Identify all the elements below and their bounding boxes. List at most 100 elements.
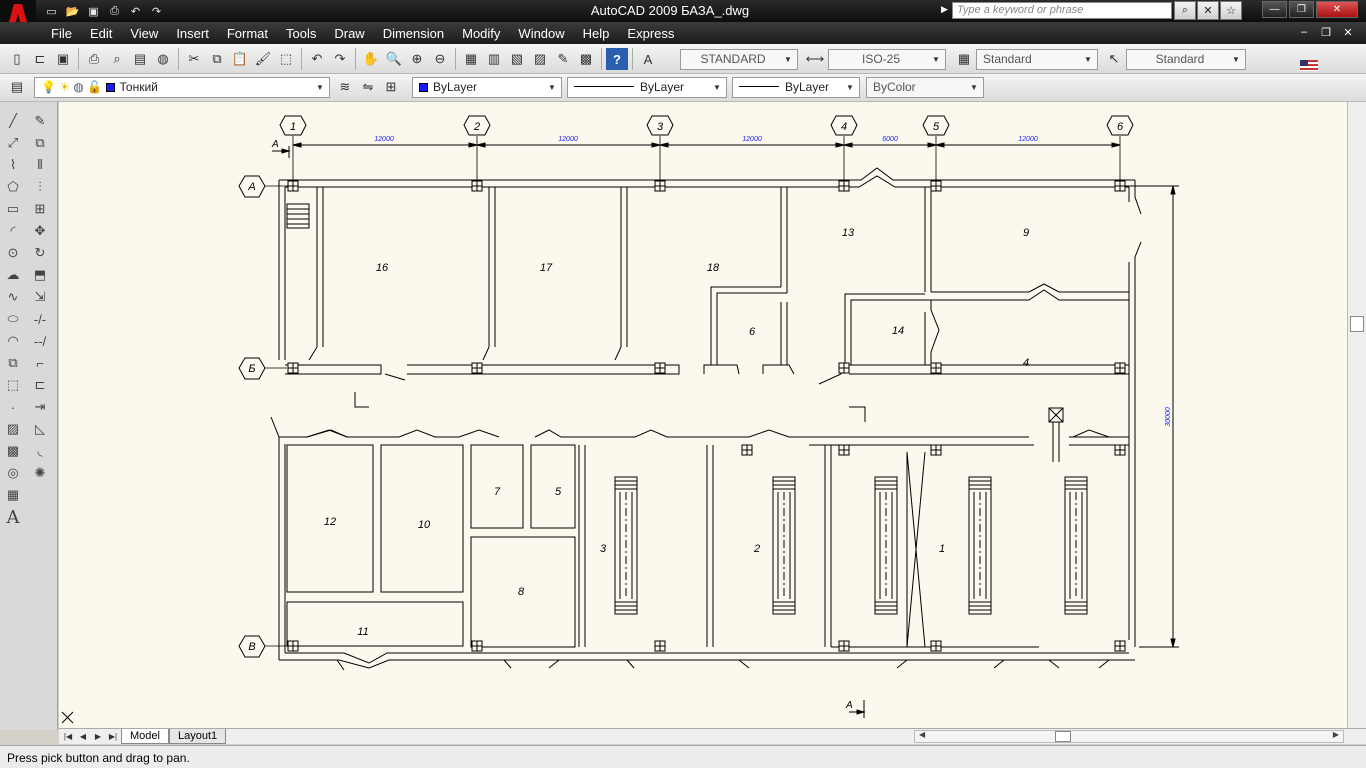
menu-view[interactable]: View (121, 26, 167, 41)
minimize-window-button[interactable]: — (1262, 1, 1287, 18)
cut-icon[interactable]: ✂ (183, 48, 205, 70)
spline-icon[interactable]: ∿ (2, 286, 24, 308)
undo-icon[interactable]: ↶ (306, 48, 328, 70)
layer-previous-icon[interactable]: ⇋ (357, 76, 379, 98)
zoom-previous-icon[interactable]: ⊖ (429, 48, 451, 70)
chamfer-icon[interactable]: ◺ (29, 418, 51, 440)
drawing-canvas[interactable]: 12000 12000 12000 6000 12000 30000 1 2 3… (59, 102, 1347, 728)
communication-center-icon[interactable]: ✕ (1197, 1, 1219, 20)
dimension-style-select[interactable]: ISO-25 ▼ (828, 49, 946, 70)
polyline-icon[interactable]: ⌇ (2, 154, 24, 176)
menu-express[interactable]: Express (618, 26, 683, 41)
extend-icon[interactable]: --/ (29, 330, 51, 352)
redo-icon[interactable]: ↷ (329, 48, 351, 70)
lineweight-control-select[interactable]: ByLayer ▼ (732, 77, 860, 98)
ellipse-arc-icon[interactable]: ◠ (2, 330, 24, 352)
make-object-layer-current-icon[interactable]: ≋ (334, 76, 356, 98)
menu-tools[interactable]: Tools (277, 26, 325, 41)
tool-palettes-icon[interactable]: ▧ (506, 48, 528, 70)
color-control-select[interactable]: ByLayer ▼ (412, 77, 562, 98)
menu-insert[interactable]: Insert (167, 26, 218, 41)
new-file-icon[interactable]: ▭ (42, 2, 61, 20)
open-file-icon[interactable]: 📂 (63, 2, 82, 20)
close-window-button[interactable]: ✕ (1316, 1, 1358, 18)
scale-icon[interactable]: ⬒ (29, 264, 51, 286)
3d-dwf-icon[interactable]: ◍ (152, 48, 174, 70)
copy-object-icon[interactable]: ⧉ (29, 132, 51, 154)
table-icon[interactable]: ▦ (2, 484, 24, 506)
open-icon[interactable]: ⊏ (29, 48, 51, 70)
document-restore-button[interactable]: ❐ (1318, 25, 1334, 39)
save-icon[interactable]: ▣ (52, 48, 74, 70)
offset-icon[interactable]: ⫶ (29, 176, 51, 198)
vertical-scrollbar[interactable] (1347, 102, 1366, 728)
region-icon[interactable]: ◎ (2, 462, 24, 484)
sheet-set-icon[interactable]: ▨ (529, 48, 551, 70)
plot-preview-icon[interactable]: ⌕ (106, 48, 128, 70)
zoom-window-icon[interactable]: ⊕ (406, 48, 428, 70)
menu-file[interactable]: File (42, 26, 81, 41)
menu-draw[interactable]: Draw (325, 26, 373, 41)
arc-icon[interactable]: ◜ (2, 220, 24, 242)
tab-layout1[interactable]: Layout1 (169, 729, 227, 744)
multileader-style-icon[interactable]: ↖ (1103, 48, 1125, 70)
break-icon[interactable]: ⊏ (29, 374, 51, 396)
menu-format[interactable]: Format (218, 26, 277, 41)
pan-icon[interactable]: ✋ (360, 48, 382, 70)
horizontal-scrollbar[interactable]: ◀ ▶ (914, 730, 1344, 743)
array-icon[interactable]: ⊞ (29, 198, 51, 220)
horizontal-scroll-thumb[interactable] (1055, 731, 1071, 742)
fillet-icon[interactable]: ◟ (29, 440, 51, 462)
search-icon[interactable]: ⌕ (1174, 1, 1196, 20)
layer-properties-manager-icon[interactable]: ▤ (6, 76, 28, 98)
publish-icon[interactable]: ▤ (129, 48, 151, 70)
document-minimize-button[interactable]: – (1296, 25, 1312, 39)
text-style-select[interactable]: STANDARD ▼ (680, 49, 798, 70)
next-tab-arrow-icon[interactable]: ▶ (91, 730, 105, 743)
design-center-icon[interactable]: ▥ (483, 48, 505, 70)
construction-line-icon[interactable]: ⤢ (2, 132, 24, 154)
vertical-scroll-thumb[interactable] (1350, 316, 1364, 332)
layer-select[interactable]: 💡 ☀ ◍ 🔓 Тонкий ▼ (34, 77, 330, 98)
favorites-star-icon[interactable]: ☆ (1220, 1, 1242, 20)
menu-window[interactable]: Window (509, 26, 573, 41)
menu-modify[interactable]: Modify (453, 26, 509, 41)
layer-state-icon[interactable]: ⊞ (380, 76, 402, 98)
properties-icon[interactable]: ▦ (460, 48, 482, 70)
insert-block-icon[interactable]: ⧉ (2, 352, 24, 374)
circle-icon[interactable]: ⊙ (2, 242, 24, 264)
menu-edit[interactable]: Edit (81, 26, 121, 41)
explode-icon[interactable]: ✺ (29, 462, 51, 484)
plot-style-control-select[interactable]: ByColor ▼ (866, 77, 984, 98)
revision-cloud-icon[interactable]: ☁ (2, 264, 24, 286)
copy-icon[interactable]: ⧉ (206, 48, 228, 70)
markup-icon[interactable]: ✎ (552, 48, 574, 70)
line-icon[interactable]: ╱ (2, 110, 24, 132)
paste-icon[interactable]: 📋 (229, 48, 251, 70)
mirror-icon[interactable]: ⫴ (29, 154, 51, 176)
scroll-left-arrow-icon[interactable]: ◀ (919, 730, 925, 739)
break-at-point-icon[interactable]: ⌐ (29, 352, 51, 374)
gradient-icon[interactable]: ▩ (2, 440, 24, 462)
multiline-text-icon[interactable]: A (2, 506, 24, 528)
tab-model[interactable]: Model (121, 729, 169, 744)
print-icon[interactable]: ⎙ (105, 2, 124, 20)
save-icon[interactable]: ▣ (84, 2, 103, 20)
block-editor-icon[interactable]: ⬚ (275, 48, 297, 70)
multileader-style-select[interactable]: Standard ▼ (1126, 49, 1246, 70)
redo-icon[interactable]: ↷ (147, 2, 166, 20)
scroll-right-arrow-icon[interactable]: ▶ (1333, 730, 1339, 739)
trim-icon[interactable]: -/- (29, 308, 51, 330)
move-icon[interactable]: ✥ (29, 220, 51, 242)
rectangle-icon[interactable]: ▭ (2, 198, 24, 220)
table-style-icon[interactable]: ▦ (953, 48, 975, 70)
ellipse-icon[interactable]: ⬭ (2, 308, 24, 330)
first-tab-arrow-icon[interactable]: |◀ (61, 730, 75, 743)
menu-dimension[interactable]: Dimension (374, 26, 453, 41)
make-block-icon[interactable]: ⬚ (2, 374, 24, 396)
dimension-style-icon[interactable]: ⟷ (804, 48, 826, 70)
join-icon[interactable]: ⇥ (29, 396, 51, 418)
point-icon[interactable]: · (2, 396, 24, 418)
table-style-select[interactable]: Standard ▼ (976, 49, 1098, 70)
help-icon[interactable]: ? (606, 48, 628, 70)
